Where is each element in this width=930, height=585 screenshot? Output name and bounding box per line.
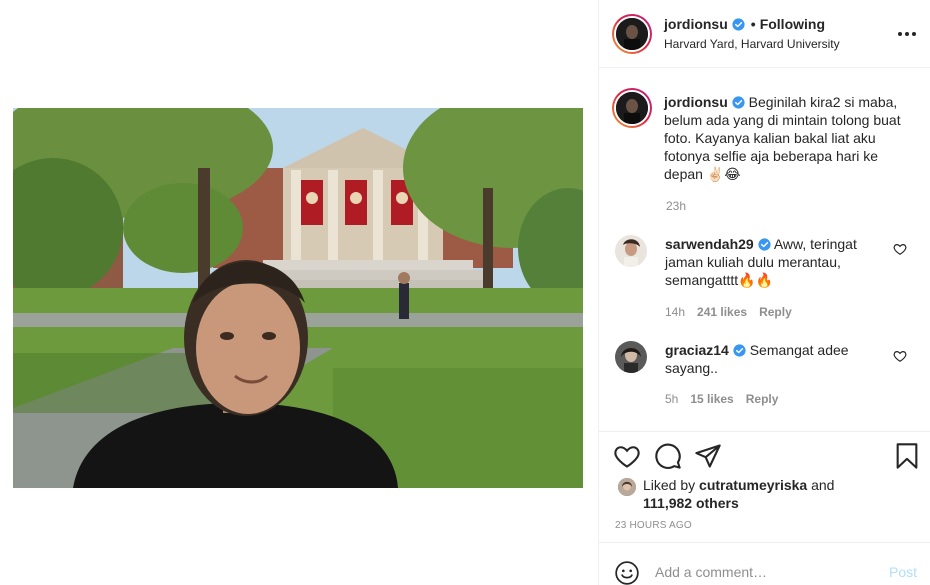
comment-like-heart-icon[interactable] [893,349,907,363]
comment-username[interactable]: sarwendah29 [665,236,754,252]
liker-username[interactable]: cutratumeyriska [699,477,807,493]
bookmark-icon[interactable] [893,442,921,470]
commenter-avatar[interactable] [615,341,647,373]
comment-meta: 14h 241 likes Reply [665,305,804,319]
post-caption: jordionsu Beginilah kira2 si maba, belum… [664,93,914,183]
comment-like-heart-icon[interactable] [893,242,907,256]
post-timestamp[interactable]: 23 HOURS AGO [615,520,692,531]
separator-dot: • [750,16,756,32]
verified-badge-icon [732,96,745,109]
comment-body: sarwendah29 Aww, teringat jaman kuliah d… [665,235,890,289]
liked-by-and: and [811,477,835,493]
author-username[interactable]: jordionsu [664,16,728,32]
post-header: jordionsu • Following Harvard Yard, Harvar… [599,0,930,68]
post-location[interactable]: Harvard Yard, Harvard University [664,37,840,51]
verified-badge-icon [732,18,745,31]
comment-likes[interactable]: 15 likes [690,392,733,406]
verified-badge-icon [733,344,746,357]
post-photo-image [13,108,583,488]
liked-by-prefix: Liked by [643,477,696,493]
media-pane [0,0,598,585]
liked-by-text: Liked by cutratumeyriska and 111,982 oth… [643,476,883,512]
likes-count-others[interactable]: 111,982 others [643,495,739,511]
commenter-avatar[interactable] [615,235,647,267]
add-comment-bar: Post [599,542,930,585]
post-side-panel: jordionsu • Following Harvard Yard, Harvar… [598,0,930,585]
comment-time[interactable]: 5h [665,392,678,406]
comment-bubble-icon[interactable] [654,442,682,470]
author-line: jordionsu • Following [664,16,825,32]
caption-timestamp[interactable]: 23h [666,199,686,213]
comment-likes[interactable]: 241 likes [697,305,747,319]
comment-body: graciaz14 Semangat adee sayang.. [665,341,890,377]
heart-icon[interactable] [613,442,641,470]
caption-username[interactable]: jordionsu [664,94,728,110]
verified-badge-icon [758,238,771,251]
author-avatar[interactable] [612,14,652,54]
comment-meta: 5h 15 likes Reply [665,392,790,406]
comments-list[interactable]: jordionsu Beginilah kira2 si maba, belum… [599,69,930,431]
post-comment-button[interactable]: Post [889,564,917,580]
paper-plane-icon[interactable] [694,442,722,470]
more-options-icon[interactable] [897,24,917,44]
post-photo[interactable] [13,108,583,488]
comment-time[interactable]: 14h [665,305,685,319]
liker-avatar[interactable] [618,478,636,496]
following-button[interactable]: Following [760,16,825,32]
caption-author-avatar[interactable] [612,88,652,128]
add-comment-input[interactable] [655,562,875,582]
smiley-icon[interactable] [614,560,640,585]
comment-username[interactable]: graciaz14 [665,342,729,358]
comment-reply-button[interactable]: Reply [746,392,779,406]
comment-reply-button[interactable]: Reply [759,305,792,319]
post-actions: Liked by cutratumeyriska and 111,982 oth… [599,431,930,541]
